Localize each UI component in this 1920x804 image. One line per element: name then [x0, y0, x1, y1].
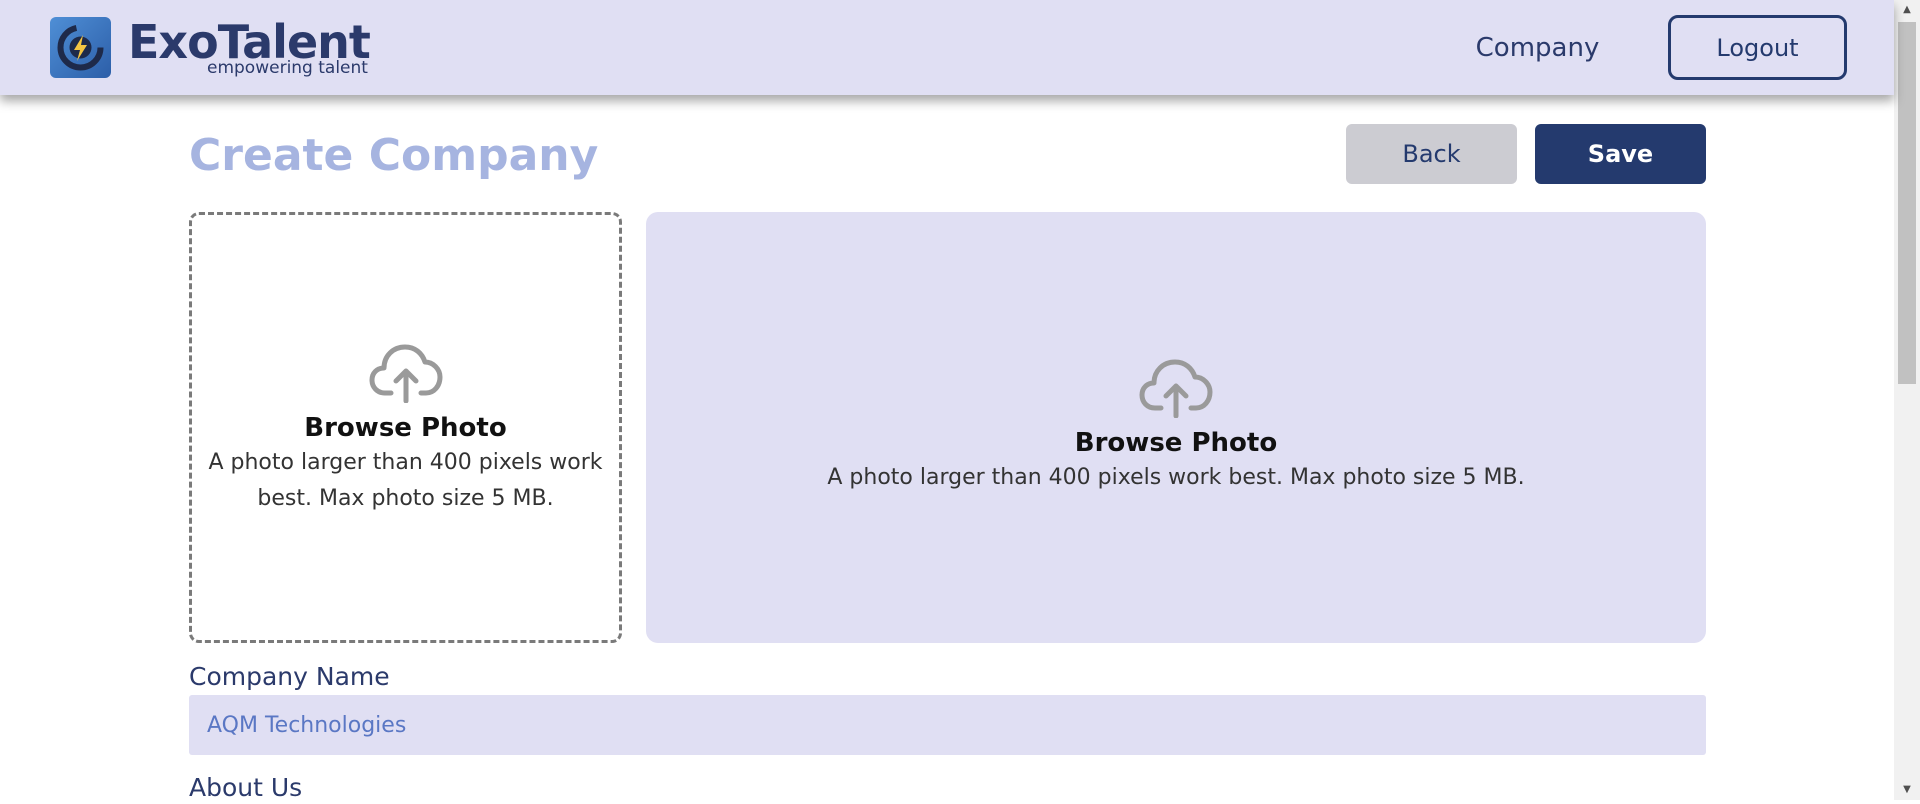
scroll-up-icon[interactable]: ▲ — [1894, 0, 1920, 20]
save-button[interactable]: Save — [1535, 124, 1706, 184]
exotalent-logo-icon[interactable] — [50, 17, 111, 78]
cloud-upload-icon — [369, 341, 443, 404]
page-title: Create Company — [189, 130, 599, 181]
scrollbar-thumb[interactable] — [1898, 22, 1916, 384]
scroll-down-icon[interactable]: ▼ — [1894, 780, 1920, 800]
browse-photo-description: A photo larger than 400 pixels work best… — [208, 450, 603, 511]
dropzone-content: Browse Photo A photo larger than 400 pix… — [646, 356, 1706, 496]
banner-photo-dropzone[interactable]: Browse Photo A photo larger than 400 pix… — [646, 212, 1706, 643]
browse-photo-title: Browse Photo — [1074, 428, 1278, 458]
back-button[interactable]: Back — [1346, 124, 1517, 184]
browse-photo-title: Browse Photo — [304, 413, 507, 443]
profile-photo-dropzone[interactable]: Browse Photo A photo larger than 400 pix… — [189, 212, 622, 643]
browse-photo-description: A photo larger than 400 pixels work best… — [827, 465, 1525, 490]
cloud-upload-icon — [1139, 356, 1213, 419]
company-name-input[interactable] — [189, 695, 1706, 755]
company-name-label: Company Name — [189, 662, 390, 691]
about-us-label: About Us — [189, 773, 303, 802]
logo-tagline: empowering talent — [207, 58, 368, 78]
logout-button[interactable]: Logout — [1668, 15, 1847, 80]
top-header: ExoTalent empowering talent Company Logo… — [0, 0, 1894, 95]
page-scrollbar[interactable]: ▲ ▼ — [1894, 0, 1920, 800]
dropzone-content: Browse Photo A photo larger than 400 pix… — [192, 341, 619, 517]
nav-company-link[interactable]: Company — [1460, 30, 1615, 66]
